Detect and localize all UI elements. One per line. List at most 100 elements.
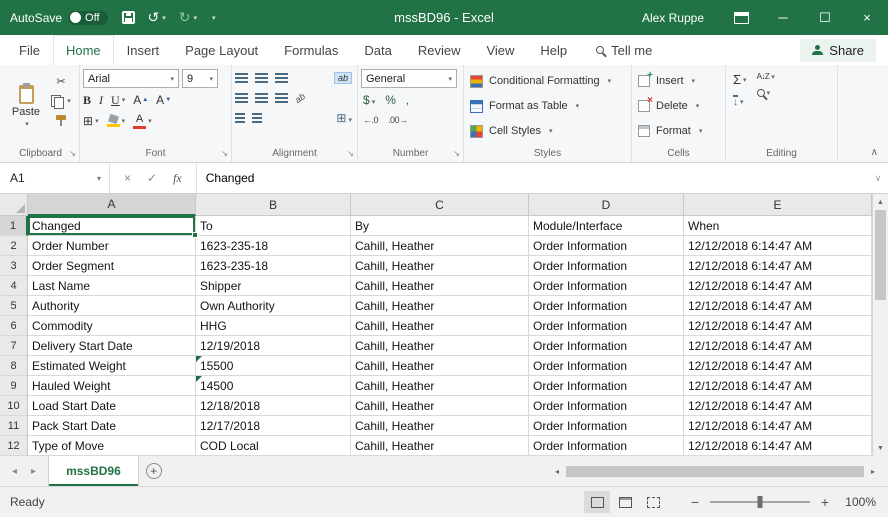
close-button[interactable]: × — [846, 0, 888, 35]
new-sheet-button[interactable]: + — [139, 456, 169, 486]
format-painter-button[interactable] — [49, 113, 73, 129]
tab-data[interactable]: Data — [351, 35, 404, 65]
row-header[interactable]: 3 — [0, 256, 28, 276]
tab-review[interactable]: Review — [405, 35, 474, 65]
accounting-format-button[interactable]: $▾ — [363, 93, 375, 107]
tab-file[interactable]: File — [6, 35, 53, 65]
cell[interactable]: Order Information — [529, 436, 684, 456]
formula-input[interactable]: Changed — [197, 163, 868, 193]
cell[interactable]: Cahill, Heather — [351, 316, 529, 336]
sheet-tab-active[interactable]: mssBD96 — [48, 456, 139, 486]
increase-decimal-button[interactable]: ←.0 — [363, 115, 378, 125]
horizontal-scrollbar-thumb[interactable] — [566, 466, 864, 477]
bold-button[interactable]: B — [83, 93, 91, 108]
cell[interactable]: 12/12/2018 6:14:47 AM — [684, 236, 872, 256]
cell[interactable]: HHG — [196, 316, 351, 336]
align-right-button[interactable] — [275, 93, 288, 103]
cell-selected[interactable]: Changed — [28, 216, 196, 236]
conditional-formatting-button[interactable]: Conditional Formatting▾ — [467, 70, 628, 92]
customize-qat-button[interactable]: ▾ — [204, 14, 222, 22]
copy-button[interactable]: ▾ — [49, 93, 73, 109]
cell[interactable]: 12/12/2018 6:14:47 AM — [684, 256, 872, 276]
cell[interactable]: Order Number — [28, 236, 196, 256]
cell-styles-button[interactable]: Cell Styles▾ — [467, 120, 628, 142]
cell[interactable]: Cahill, Heather — [351, 356, 529, 376]
cell[interactable]: Order Information — [529, 296, 684, 316]
sheet-nav-right-icon[interactable]: ▸ — [31, 466, 36, 477]
user-name[interactable]: Alex Ruppe — [642, 11, 704, 25]
page-break-view-button[interactable] — [640, 491, 666, 513]
cell[interactable]: Order Information — [529, 316, 684, 336]
font-size-select[interactable]: 9▾ — [182, 69, 218, 88]
cell[interactable]: Cahill, Heather — [351, 436, 529, 456]
redo-dropdown-icon[interactable]: ▾ — [194, 14, 198, 22]
row-header[interactable]: 5 — [0, 296, 28, 316]
cell[interactable]: 12/12/2018 6:14:47 AM — [684, 396, 872, 416]
cell[interactable]: 12/12/2018 6:14:47 AM — [684, 436, 872, 456]
undo-dropdown-icon[interactable]: ▾ — [162, 14, 166, 22]
undo-button[interactable]: ↺▾ — [142, 9, 172, 26]
maximize-button[interactable]: ☐ — [804, 0, 846, 35]
cell[interactable]: Hauled Weight — [28, 376, 196, 396]
insert-function-button[interactable]: fx — [173, 171, 182, 186]
cell[interactable]: 12/12/2018 6:14:47 AM — [684, 316, 872, 336]
cell[interactable]: 12/12/2018 6:14:47 AM — [684, 276, 872, 296]
decrease-decimal-button[interactable]: .00→ — [388, 115, 408, 125]
sheet-nav-left-icon[interactable]: ◂ — [12, 466, 17, 477]
cell[interactable]: Load Start Date — [28, 396, 196, 416]
normal-view-button[interactable] — [584, 491, 610, 513]
scroll-down-icon[interactable]: ▼ — [873, 440, 888, 456]
row-header[interactable]: 11 — [0, 416, 28, 436]
cell[interactable]: Type of Move — [28, 436, 196, 456]
cell[interactable]: Cahill, Heather — [351, 336, 529, 356]
font-name-select[interactable]: Arial▾ — [83, 69, 179, 88]
tab-view[interactable]: View — [473, 35, 527, 65]
cell[interactable]: Pack Start Date — [28, 416, 196, 436]
tab-page-layout[interactable]: Page Layout — [172, 35, 271, 65]
column-header-D[interactable]: D — [529, 194, 684, 216]
name-box-dropdown-icon[interactable]: ▾ — [97, 174, 101, 183]
percent-style-button[interactable]: % — [385, 93, 396, 107]
cell[interactable]: Last Name — [28, 276, 196, 296]
column-header-C[interactable]: C — [351, 194, 529, 216]
cell[interactable]: 12/12/2018 6:14:47 AM — [684, 416, 872, 436]
ribbon-display-options-button[interactable] — [720, 0, 762, 35]
zoom-slider[interactable] — [710, 501, 810, 503]
tab-home[interactable]: Home — [53, 35, 114, 65]
cut-button[interactable]: ✂ — [49, 73, 73, 89]
tab-help[interactable]: Help — [527, 35, 580, 65]
tell-me-search[interactable]: Tell me — [596, 35, 652, 65]
cell[interactable]: Order Information — [529, 276, 684, 296]
cancel-button[interactable]: × — [124, 171, 131, 185]
comma-style-button[interactable]: , — [406, 93, 409, 107]
cell[interactable]: Cahill, Heather — [351, 236, 529, 256]
row-header[interactable]: 6 — [0, 316, 28, 336]
increase-indent-button[interactable] — [252, 113, 262, 123]
column-header-A[interactable]: A — [28, 194, 196, 216]
cell[interactable]: 12/12/2018 6:14:47 AM — [684, 356, 872, 376]
cell[interactable]: Cahill, Heather — [351, 276, 529, 296]
cell[interactable]: Shipper — [196, 276, 351, 296]
row-header[interactable]: 9 — [0, 376, 28, 396]
cell[interactable]: 12/12/2018 6:14:47 AM — [684, 336, 872, 356]
cell[interactable]: Order Information — [529, 356, 684, 376]
zoom-in-button[interactable]: + — [818, 494, 832, 510]
cell[interactable]: When — [684, 216, 872, 236]
decrease-indent-button[interactable] — [235, 113, 245, 123]
select-all-corner[interactable] — [0, 194, 28, 216]
fill-color-button[interactable]: ▾ — [107, 115, 126, 127]
font-color-button[interactable]: A▾ — [133, 114, 152, 129]
tab-formulas[interactable]: Formulas — [271, 35, 351, 65]
cell[interactable]: Order Segment — [28, 256, 196, 276]
cell[interactable]: Delivery Start Date — [28, 336, 196, 356]
row-header[interactable]: 4 — [0, 276, 28, 296]
cell[interactable]: Cahill, Heather — [351, 256, 529, 276]
row-header[interactable]: 10 — [0, 396, 28, 416]
cell[interactable]: 1623-235-18 — [196, 256, 351, 276]
row-header[interactable]: 8 — [0, 356, 28, 376]
row-header[interactable]: 7 — [0, 336, 28, 356]
number-format-select[interactable]: General▾ — [361, 69, 457, 88]
cell[interactable]: Order Information — [529, 396, 684, 416]
number-dialog-launcher[interactable]: ↘ — [453, 149, 460, 158]
cell[interactable]: Estimated Weight — [28, 356, 196, 376]
